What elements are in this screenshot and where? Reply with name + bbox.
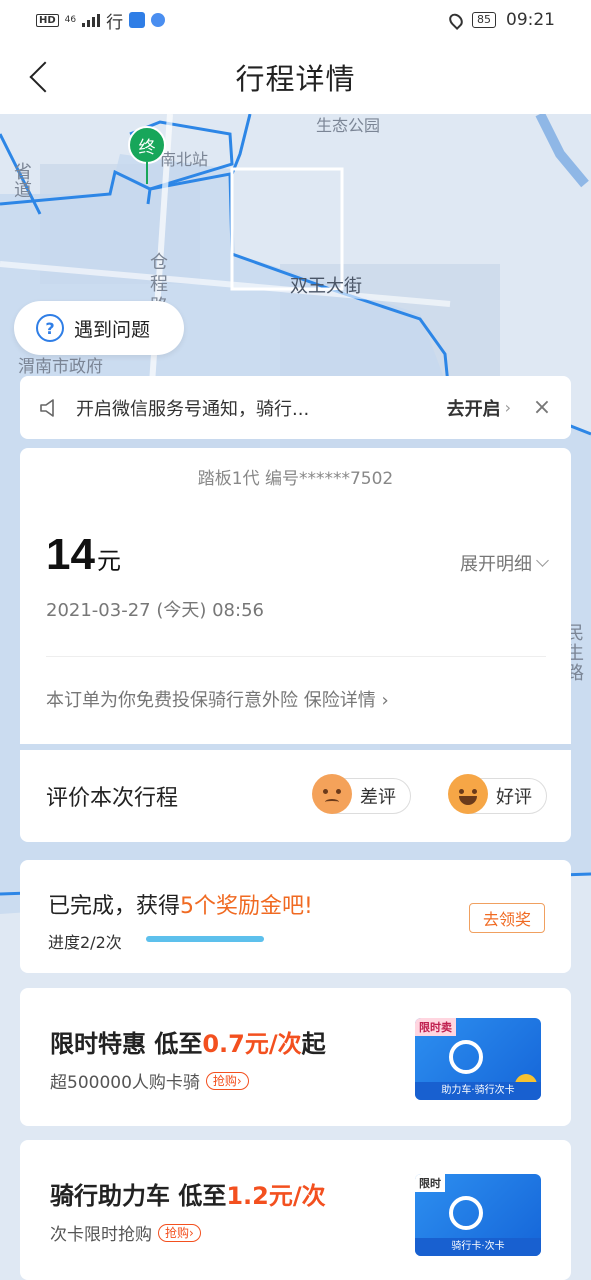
promo-price: 0.7元/次 (202, 1030, 302, 1058)
megaphone-icon (38, 397, 60, 419)
reward-title: 已完成，获得5个奖励金吧! (48, 888, 313, 920)
expand-details-button[interactable]: 展开明细 (460, 550, 549, 576)
insurance-details-link[interactable]: 保险详情 › (304, 690, 389, 711)
reward-card: 已完成，获得5个奖励金吧! 进度2/2次 去领奖 (20, 860, 571, 973)
enable-notification-button[interactable]: 去开启 (447, 395, 501, 421)
reward-progress-label: 进度2/2次 (48, 933, 122, 952)
rating-title: 评价本次行程 (46, 786, 179, 811)
buy-now-tag[interactable]: 抢购› (158, 1223, 201, 1242)
app-notification-icon (129, 12, 146, 28)
price-amount: 14 (46, 530, 95, 579)
happy-face-icon (448, 774, 488, 814)
app-notification-text: 行 (106, 12, 124, 33)
promo-image-caption: 助力车·骑行次卡 (415, 1082, 541, 1100)
promo-card-image: 限时 骑行卡·次卡 (415, 1174, 541, 1256)
notification-text: 开启微信服务号通知，骑行... (76, 398, 310, 420)
map-label-park: 生态公园 (316, 116, 381, 135)
nav-bar: 行程详情 (0, 40, 591, 114)
back-button[interactable] (24, 61, 61, 93)
clock: 09:21 (506, 10, 555, 30)
trip-time: 2021-03-27 (今天) 08:56 (46, 600, 264, 621)
battery-icon: 85 (472, 12, 496, 28)
promo-card-image: 限时卖 助力车·骑行次卡 (415, 1018, 541, 1100)
status-bar: HD 46 行 85 09:21 (0, 0, 591, 40)
back-arrow-icon (29, 61, 61, 93)
report-problem-button[interactable]: ? 遇到问题 (14, 301, 184, 355)
promo-title: 骑行助力车 低至1.2元/次 (50, 1176, 326, 1211)
bike-wheel-icon (449, 1040, 483, 1074)
network-type: 46 (64, 14, 77, 25)
reward-progress-fill (146, 936, 264, 942)
hd-indicator: HD (36, 13, 59, 27)
bad-review-label: 差评 (360, 787, 396, 808)
chevron-right-icon: › (504, 398, 511, 417)
trip-summary-card: 踏板1代 编号******7502 14 元 展开明细 2021-03-27 (… (20, 448, 571, 744)
vehicle-info: 踏板1代 编号******7502 (197, 469, 394, 489)
signal-icon (82, 13, 101, 27)
promo-subtitle: 次卡限时抢购 抢购› (50, 1220, 201, 1245)
promo-image-caption: 骑行卡·次卡 (415, 1238, 541, 1256)
bad-review-button[interactable]: 差评 (312, 774, 411, 814)
promo-image-badge: 限时 (415, 1174, 445, 1192)
promo-title: 限时特惠 低至0.7元/次起 (50, 1024, 326, 1059)
notification-banner: 开启微信服务号通知，骑行... 去开启 › × (20, 376, 571, 439)
reward-title-highlight: 5个奖励金吧! (180, 894, 313, 919)
buy-now-tag[interactable]: 抢购› (205, 1071, 249, 1090)
price-unit: 元 (96, 547, 121, 575)
promo-price: 1.2元/次 (226, 1182, 326, 1210)
promo-image-badge: 限时卖 (415, 1018, 456, 1036)
chevron-down-icon (536, 554, 549, 567)
close-icon[interactable]: × (531, 395, 553, 420)
promo-subtitle-text: 次卡限时抢购 (50, 1225, 152, 1245)
expand-details-label: 展开明细 (460, 554, 532, 575)
map-label-provincial-road: 省道 (14, 162, 32, 201)
insurance-notice: 本订单为你免费投保骑行意外险 保险详情 › (46, 686, 389, 712)
good-review-button[interactable]: 好评 (448, 774, 547, 814)
insurance-text: 本订单为你免费投保骑行意外险 (46, 690, 304, 711)
promo-card-2[interactable]: 骑行助力车 低至1.2元/次 次卡限时抢购 抢购› 限时 骑行卡·次卡 (20, 1140, 571, 1280)
promo-card-1[interactable]: 限时特惠 低至0.7元/次起 超500000人购卡骑 抢购› 限时卖 助力车·骑… (20, 988, 571, 1126)
page-title: 行程详情 (235, 62, 356, 96)
question-icon: ? (36, 314, 64, 342)
report-problem-label: 遇到问题 (74, 318, 151, 341)
trip-price: 14 元 (46, 530, 121, 580)
map-label-government: 渭南市政府 (18, 357, 103, 377)
promo-title-prefix: 骑行助力车 低至 (50, 1182, 227, 1210)
reward-progress-bar (146, 936, 264, 942)
promo-title-prefix: 限时特惠 低至 (50, 1030, 203, 1058)
end-marker: 终 (128, 126, 166, 164)
app-notification-icon-2 (151, 13, 166, 27)
end-marker-pin (146, 162, 148, 184)
reward-title-prefix: 已完成，获得 (48, 894, 181, 919)
rating-card: 评价本次行程 差评 好评 (20, 750, 571, 842)
map-label-avenue: 双王大街 (290, 276, 362, 297)
bike-wheel-icon (449, 1196, 483, 1230)
good-review-label: 好评 (496, 787, 532, 808)
location-icon (446, 10, 466, 30)
promo-subtitle: 超500000人购卡骑 抢购› (50, 1068, 249, 1093)
claim-reward-button[interactable]: 去领奖 (469, 903, 545, 933)
promo-title-suffix: 起 (301, 1030, 326, 1058)
divider (46, 656, 546, 657)
status-right: 85 09:21 (446, 10, 555, 30)
sad-face-icon (312, 774, 352, 814)
status-left: HD 46 行 (36, 8, 166, 33)
map-label-station: 南北站 (160, 150, 209, 169)
promo-subtitle-text: 超500000人购卡骑 (50, 1073, 200, 1093)
